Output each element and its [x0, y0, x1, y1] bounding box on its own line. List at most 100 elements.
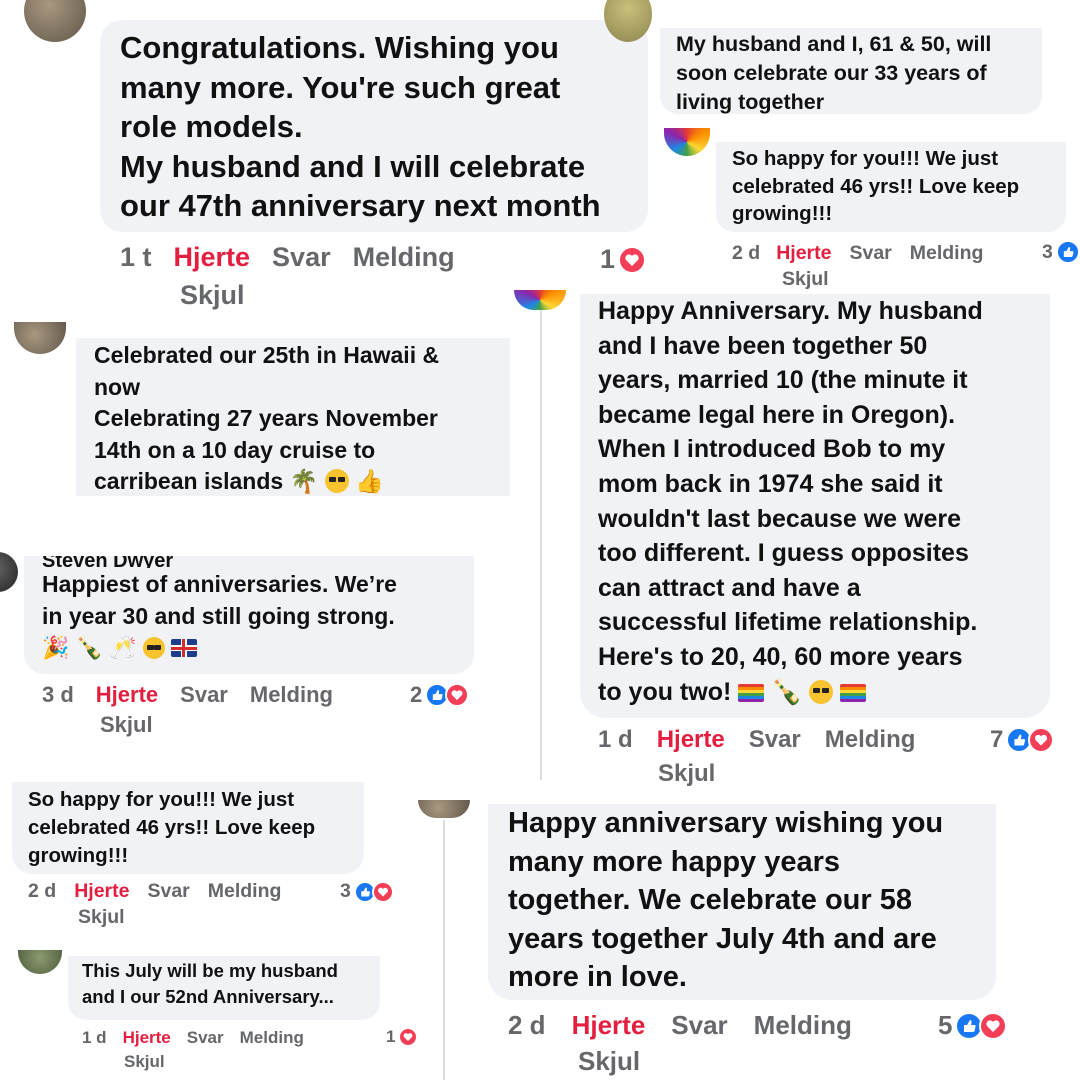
comment-text-line: When I introduced Bob to my [598, 435, 946, 464]
heart-action[interactable]: Hjerte [96, 682, 158, 708]
reply-action[interactable]: Svar [187, 1028, 224, 1048]
comment-timestamp: 2 d [732, 242, 761, 264]
comment-bubble-c7: So happy for you!!! We just celebrated 4… [12, 782, 364, 874]
reaction-count[interactable]: 3 [1042, 240, 1080, 264]
comment-text-line: carribean islands 🌴 👍 [94, 466, 492, 499]
heart-action[interactable]: Hjerte [123, 1028, 171, 1048]
love-reaction-icon [618, 245, 647, 274]
reaction-number: 1 [600, 244, 616, 274]
heart-action[interactable]: Hjerte [776, 242, 831, 265]
message-action[interactable]: Melding [208, 880, 282, 903]
hide-action[interactable]: Skjul [78, 906, 125, 929]
comment-text-line: Celebrated our 25th in Hawaii & [94, 342, 440, 368]
reply-action[interactable]: Svar [272, 242, 331, 273]
hide-action[interactable]: Skjul [782, 268, 829, 291]
comment-text-line: Happy anniversary wishing you [508, 807, 944, 839]
comment-bubble-c9: This July will be my husband and I our 5… [68, 956, 380, 1020]
comment-bubble-c4: Celebrated our 25th in Hawaii & now Cele… [76, 338, 510, 496]
rainbow-flag-emoji [840, 683, 867, 702]
love-reaction-icon [371, 880, 394, 903]
commenter-avatar[interactable] [0, 552, 18, 592]
comment-timestamp: 1 d [82, 1028, 107, 1047]
reply-action[interactable]: Svar [749, 726, 801, 754]
comment-actions: 2 d Hjerte Svar Melding Skjul [28, 880, 338, 934]
comment-text-line: wouldn't last because we were [598, 504, 962, 533]
reply-action[interactable]: Svar [147, 880, 189, 903]
comment-bubble-c3: So happy for you!!! We just celebrated 4… [716, 142, 1066, 232]
hide-action[interactable]: Skjul [124, 1052, 165, 1072]
comment-text-line: celebrated 46 yrs!! Love keep [732, 174, 1020, 198]
comment-text-line: in year 30 and still going strong. [42, 603, 395, 629]
reaction-number: 7 [990, 726, 1004, 753]
comment-text-line: This July will be my husband [82, 960, 338, 981]
reaction-count[interactable]: 5 [938, 1010, 1008, 1041]
comment-text-line: My husband and I, 61 & 50, will [676, 32, 992, 56]
love-reaction-icon [445, 683, 470, 707]
kissing-face-emoji [809, 679, 834, 704]
comment-text-line: became legal here in Oregon). [598, 400, 956, 429]
comment-text-line: 14th on a 10 day cruise to [94, 436, 376, 463]
message-action[interactable]: Melding [754, 1010, 852, 1041]
reaction-number: 5 [938, 1010, 953, 1040]
comment-actions: 2 d Hjerte Svar Melding Skjul [732, 242, 1032, 292]
reaction-count[interactable]: 2 [410, 682, 470, 708]
comment-author[interactable]: Steven Dwyer [42, 556, 456, 568]
reply-action[interactable]: Svar [849, 242, 891, 265]
heart-action[interactable]: Hjerte [174, 242, 251, 273]
comment-text-line: successful lifetime relationship. [598, 608, 978, 637]
reaction-count[interactable]: 7 [990, 726, 1055, 754]
comment-actions: 3 d Hjerte Svar Melding Skjul [42, 682, 412, 742]
hide-action[interactable]: Skjul [180, 280, 245, 311]
comment-text-line: too different. I guess opposites [598, 539, 969, 568]
commenter-avatar[interactable] [14, 322, 66, 354]
hide-action[interactable]: Skjul [578, 1046, 640, 1077]
comment-text-line: years together July 4th and are [508, 922, 937, 955]
comment-text-line: together. We celebrate our 58 [508, 884, 912, 916]
heart-action[interactable]: Hjerte [572, 1010, 646, 1041]
palm-tree-emoji: 🌴 [289, 469, 319, 495]
comment-timestamp: 1 t [120, 242, 152, 272]
comment-text-line: mom back in 1974 she said it [598, 469, 943, 498]
reaction-number: 2 [410, 682, 423, 707]
comment-timestamp: 2 d [28, 880, 57, 902]
message-action[interactable]: Melding [825, 726, 916, 754]
comment-actions: 1 d Hjerte Svar Melding Skjul [598, 726, 988, 790]
comment-text-line: My husband and I will celebrate [120, 148, 586, 184]
comment-text-line: can attract and have a [598, 573, 861, 602]
comment-bubble-c2: My husband and I, 61 & 50, will soon cel… [660, 28, 1042, 114]
message-action[interactable]: Melding [910, 242, 984, 265]
comment-text-line: to you two! 🍾 [598, 675, 1032, 710]
reply-action[interactable]: Svar [180, 682, 228, 708]
comment-timestamp: 3 d [42, 682, 74, 707]
comment-text-line: So happy for you!!! We just [732, 147, 999, 170]
hide-action[interactable]: Skjul [100, 712, 153, 738]
commenter-avatar[interactable] [664, 128, 710, 156]
comment-text-line: our 47th anniversary next month [120, 188, 601, 223]
comment-text-line: soon celebrate our 33 years of [676, 61, 987, 85]
heart-action[interactable]: Hjerte [74, 880, 129, 903]
comment-text-line: more in love. [508, 961, 687, 993]
heart-action[interactable]: Hjerte [657, 726, 725, 754]
message-action[interactable]: Melding [240, 1028, 304, 1048]
commenter-avatar[interactable] [24, 0, 86, 42]
comment-timestamp: 2 d [508, 1010, 546, 1040]
comment-text-line: growing!!! [28, 844, 129, 867]
comment-text-line: Happy Anniversary. My husband [598, 297, 983, 325]
comment-text-line: and I have been together 50 [598, 331, 928, 360]
hide-action[interactable]: Skjul [658, 760, 715, 788]
reaction-count[interactable]: 1 [386, 1027, 419, 1047]
reaction-count[interactable]: 1 [600, 244, 647, 275]
rainbow-flag-emoji [738, 683, 765, 702]
message-action[interactable]: Melding [250, 682, 333, 708]
reply-action[interactable]: Svar [671, 1010, 727, 1041]
commenter-avatar[interactable] [418, 800, 470, 818]
clinking-glasses-emoji: 🥂 [109, 636, 137, 661]
comment-bubble-c5: Steven Dwyer Happiest of anniversaries. … [24, 556, 474, 674]
message-action[interactable]: Melding [353, 242, 455, 273]
reaction-count[interactable]: 3 [340, 880, 394, 903]
reaction-number: 3 [1042, 240, 1053, 263]
reaction-number: 3 [340, 880, 351, 902]
love-reaction-icon [979, 1011, 1008, 1040]
commenter-avatar[interactable] [18, 950, 62, 974]
comment-text-line: Congratulations. Wishing you [120, 30, 559, 65]
